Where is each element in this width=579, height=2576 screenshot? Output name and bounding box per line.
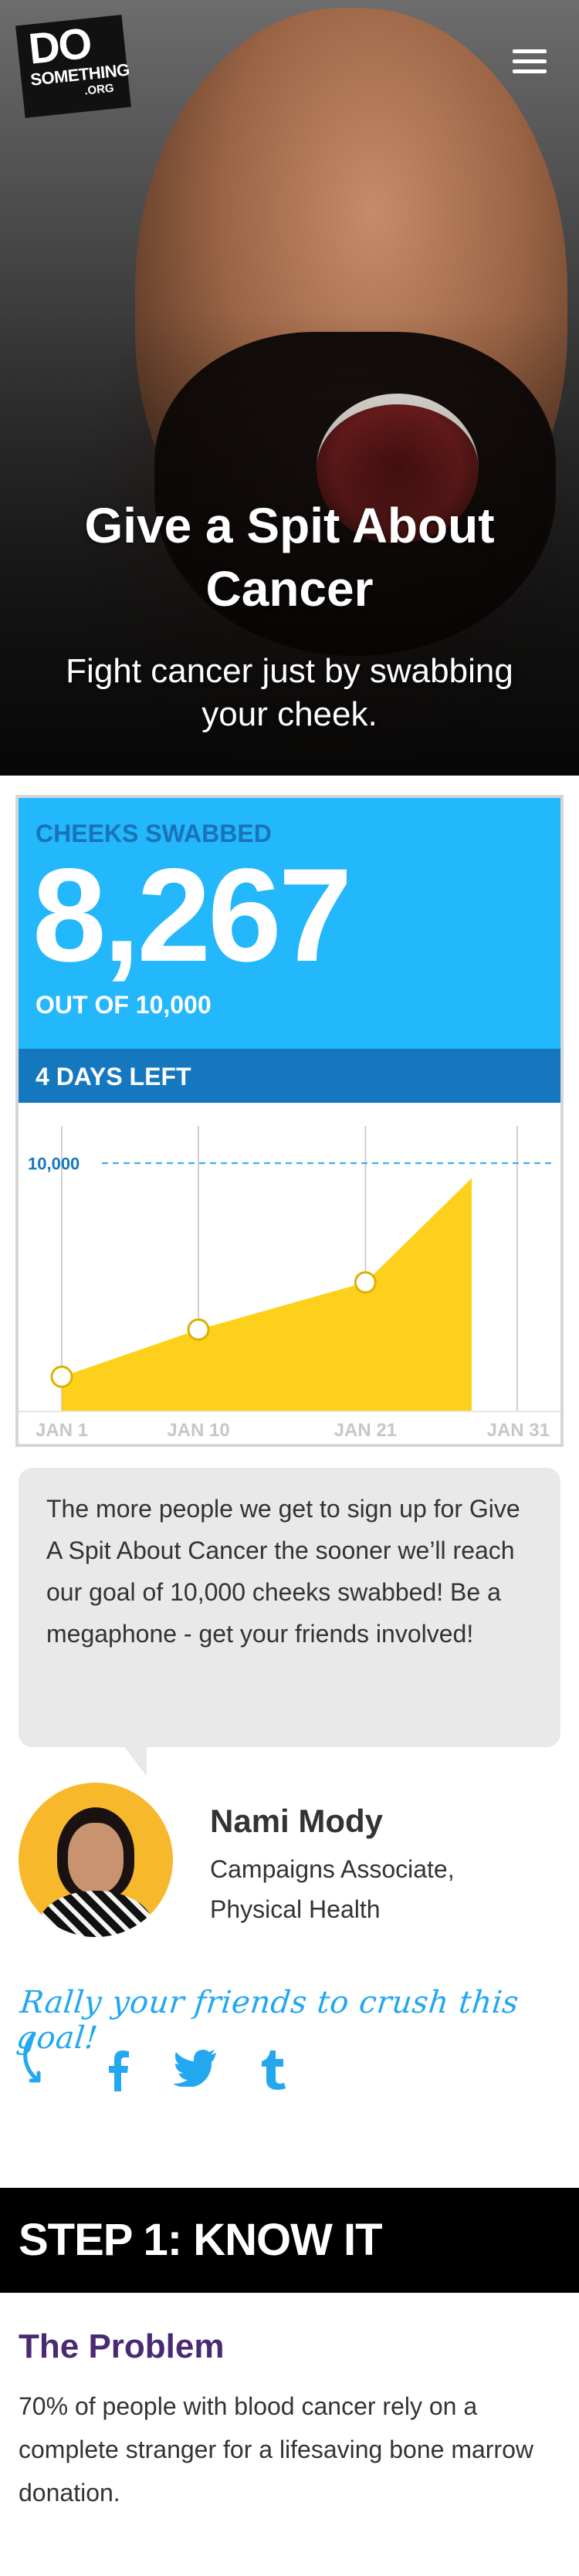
- progress-count: 8,267: [32, 841, 352, 989]
- chart-data-point: [354, 1271, 377, 1294]
- chart-area: [62, 1178, 472, 1411]
- problem-heading: The Problem: [19, 2328, 225, 2365]
- chart-x-tick-label: JAN 10: [167, 1420, 229, 1441]
- logo-line-do: DO: [26, 18, 93, 73]
- avatar: [19, 1783, 173, 1937]
- chart-data-point: [187, 1318, 210, 1341]
- hero-title: Give a Spit About Cancer: [84, 498, 495, 617]
- quote-bubble: The more people we get to sign up for Gi…: [19, 1468, 560, 1747]
- staff-title: Campaigns Associate, Physical Health: [210, 1855, 455, 1923]
- problem-text: 70% of people with blood cancer rely on …: [19, 2392, 533, 2507]
- facebook-icon[interactable]: [99, 2048, 137, 2094]
- hero-banner: DO SOMETHING .ORG Give a Spit About Canc…: [0, 0, 579, 776]
- logo-line-org: .ORG: [83, 81, 115, 98]
- days-left-bar: 4 DAYS LEFT: [19, 1049, 560, 1103]
- dosomething-logo[interactable]: DO SOMETHING .ORG: [15, 15, 131, 118]
- hamburger-menu-icon[interactable]: [513, 49, 547, 74]
- curved-arrow-icon: [23, 2032, 41, 2083]
- chart-goal-label: 10,000: [28, 1154, 80, 1173]
- step-1-title: STEP 1: KNOW IT: [19, 2215, 383, 2265]
- chart-x-tick-label: JAN 31: [487, 1420, 550, 1441]
- twitter-icon[interactable]: [171, 2048, 218, 2094]
- progress-card: CHEEKS SWABBED 8,267 OUT OF 10,000 4 DAY…: [15, 795, 564, 1447]
- staff-name: Nami Mody: [210, 1803, 384, 1839]
- progress-summary: CHEEKS SWABBED 8,267 OUT OF 10,000: [19, 798, 560, 1049]
- chart-x-tick-label: JAN 21: [334, 1420, 397, 1441]
- step-1-header: STEP 1: KNOW IT: [0, 2188, 579, 2293]
- share-row: [19, 2030, 327, 2099]
- progress-chart: 10,000 JAN 1 JAN 10 JAN 21 JAN 31: [19, 1126, 560, 1441]
- hero-subtitle: Fight cancer just by swabbing your cheek…: [66, 652, 513, 733]
- tumblr-icon[interactable]: [258, 2048, 289, 2094]
- progress-goal: OUT OF 10,000: [36, 991, 212, 1019]
- chart-x-tick-label: JAN 1: [36, 1420, 88, 1441]
- chart-data-point: [50, 1365, 73, 1388]
- days-left-label: 4 DAYS LEFT: [36, 1063, 191, 1090]
- quote-bubble-tail: [124, 1746, 147, 1776]
- quote-text: The more people we get to sign up for Gi…: [46, 1495, 520, 1648]
